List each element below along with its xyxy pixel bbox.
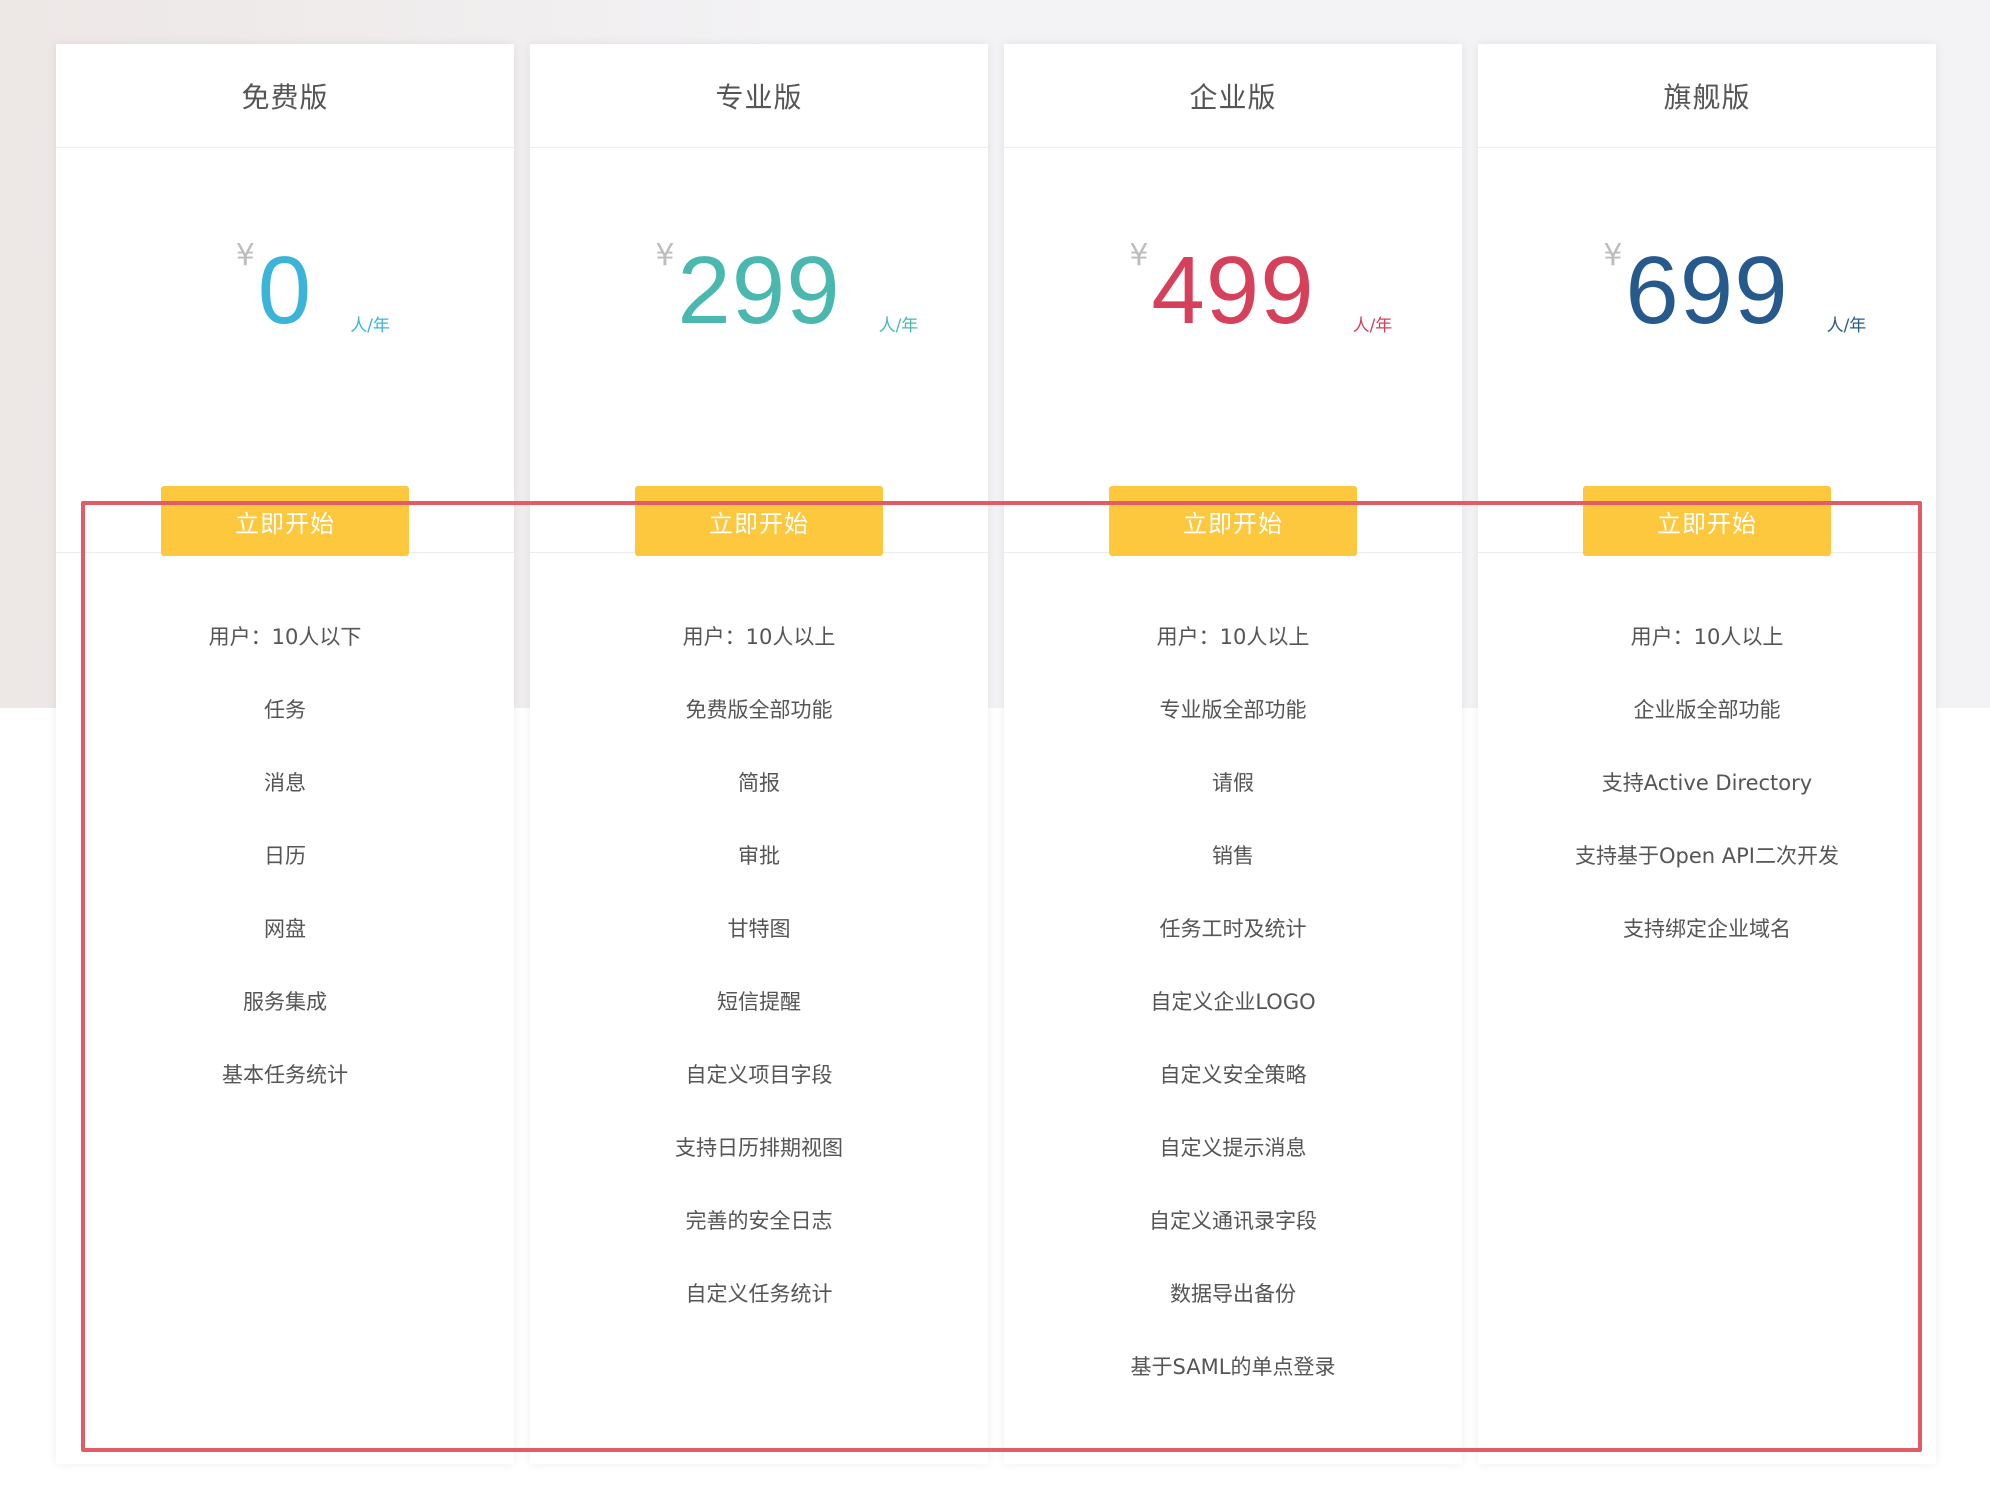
start-now-button[interactable]: 立即开始 <box>1583 486 1831 556</box>
feature-item: 完善的安全日志 <box>685 1209 833 1233</box>
plan-name: 专业版 <box>530 44 988 148</box>
price-row: ¥ 0 人/年 <box>56 236 514 346</box>
currency-symbol: ¥ <box>235 238 255 273</box>
currency-symbol: ¥ <box>655 238 675 273</box>
price: ¥ 299 人/年 <box>655 236 918 346</box>
price-unit: 人/年 <box>1352 316 1393 336</box>
feature-item: 自定义通讯录字段 <box>1149 1209 1317 1233</box>
plan-name: 企业版 <box>1004 44 1462 148</box>
price-amount: 699 <box>1625 237 1789 344</box>
feature-item: 自定义提示消息 <box>1159 1136 1307 1160</box>
feature-item: 消息 <box>264 771 306 795</box>
feature-item: 基本任务统计 <box>222 1063 348 1087</box>
feature-list: 用户：10人以下 任务 消息 日历 网盘 服务集成 基本任务统计 <box>56 553 514 1112</box>
start-now-button[interactable]: 立即开始 <box>635 486 883 556</box>
feature-item: 用户：10人以上 <box>682 625 836 649</box>
feature-item: 专业版全部功能 <box>1159 698 1307 722</box>
feature-item: 简报 <box>738 771 780 795</box>
price-block: ¥ 0 人/年 立即开始 <box>56 148 514 556</box>
pricing-plans: 免费版 ¥ 0 人/年 立即开始 用户：10人以下 任务 消息 日历 网盘 服务… <box>56 44 1936 1464</box>
feature-item: 数据导出备份 <box>1170 1282 1296 1306</box>
price: ¥ 499 人/年 <box>1129 236 1392 346</box>
feature-item: 用户：10人以上 <box>1156 625 1310 649</box>
feature-list: 用户：10人以上 免费版全部功能 简报 审批 甘特图 短信提醒 自定义项目字段 … <box>530 553 988 1331</box>
plan-card-professional: 专业版 ¥ 299 人/年 立即开始 用户：10人以上 免费版全部功能 简报 审… <box>530 44 988 1464</box>
plan-name: 旗舰版 <box>1478 44 1936 148</box>
feature-item: 自定义企业LOGO <box>1150 990 1316 1014</box>
feature-item: 支持绑定企业域名 <box>1623 917 1791 941</box>
start-now-button[interactable]: 立即开始 <box>161 486 409 556</box>
feature-item: 基于SAML的单点登录 <box>1130 1355 1336 1379</box>
price-row: ¥ 499 人/年 <box>1004 236 1462 346</box>
feature-item: 短信提醒 <box>717 990 801 1014</box>
feature-item: 审批 <box>738 844 780 868</box>
feature-item: 销售 <box>1212 844 1254 868</box>
feature-item: 用户：10人以下 <box>208 625 362 649</box>
price-amount: 499 <box>1151 237 1315 344</box>
price: ¥ 0 人/年 <box>236 236 390 346</box>
price-amount: 299 <box>677 237 841 344</box>
plan-card-enterprise: 企业版 ¥ 499 人/年 立即开始 用户：10人以上 专业版全部功能 请假 销… <box>1004 44 1462 1464</box>
feature-item: 自定义任务统计 <box>685 1282 833 1306</box>
feature-item: 请假 <box>1212 771 1254 795</box>
price-unit: 人/年 <box>878 316 919 336</box>
feature-item: 企业版全部功能 <box>1633 698 1781 722</box>
feature-item: 自定义安全策略 <box>1159 1063 1307 1087</box>
feature-item: 任务 <box>264 698 306 722</box>
plan-card-flagship: 旗舰版 ¥ 699 人/年 立即开始 用户：10人以上 企业版全部功能 支持Ac… <box>1478 44 1936 1464</box>
feature-item: 甘特图 <box>727 917 791 941</box>
feature-item: 网盘 <box>264 917 306 941</box>
price-unit: 人/年 <box>1826 316 1867 336</box>
price-row: ¥ 299 人/年 <box>530 236 988 346</box>
start-now-button[interactable]: 立即开始 <box>1109 486 1357 556</box>
feature-item: 自定义项目字段 <box>685 1063 833 1087</box>
price-block: ¥ 299 人/年 立即开始 <box>530 148 988 556</box>
feature-item: 服务集成 <box>243 990 327 1014</box>
feature-list: 用户：10人以上 企业版全部功能 支持Active Directory 支持基于… <box>1478 553 1936 966</box>
feature-item: 用户：10人以上 <box>1630 625 1784 649</box>
price-unit: 人/年 <box>350 316 390 336</box>
price: ¥ 699 人/年 <box>1603 236 1866 346</box>
feature-item: 支持基于Open API二次开发 <box>1575 844 1839 868</box>
feature-item: 任务工时及统计 <box>1159 917 1307 941</box>
feature-item: 免费版全部功能 <box>685 698 833 722</box>
feature-item: 日历 <box>264 844 306 868</box>
price-block: ¥ 499 人/年 立即开始 <box>1004 148 1462 556</box>
plan-name: 免费版 <box>56 44 514 148</box>
price-block: ¥ 699 人/年 立即开始 <box>1478 148 1936 556</box>
feature-list: 用户：10人以上 专业版全部功能 请假 销售 任务工时及统计 自定义企业LOGO… <box>1004 553 1462 1404</box>
feature-item: 支持Active Directory <box>1601 771 1813 795</box>
currency-symbol: ¥ <box>1129 238 1149 273</box>
plan-card-free: 免费版 ¥ 0 人/年 立即开始 用户：10人以下 任务 消息 日历 网盘 服务… <box>56 44 514 1464</box>
currency-symbol: ¥ <box>1603 238 1623 273</box>
price-row: ¥ 699 人/年 <box>1478 236 1936 346</box>
feature-item: 支持日历排期视图 <box>675 1136 843 1160</box>
price-amount: 0 <box>257 237 313 344</box>
